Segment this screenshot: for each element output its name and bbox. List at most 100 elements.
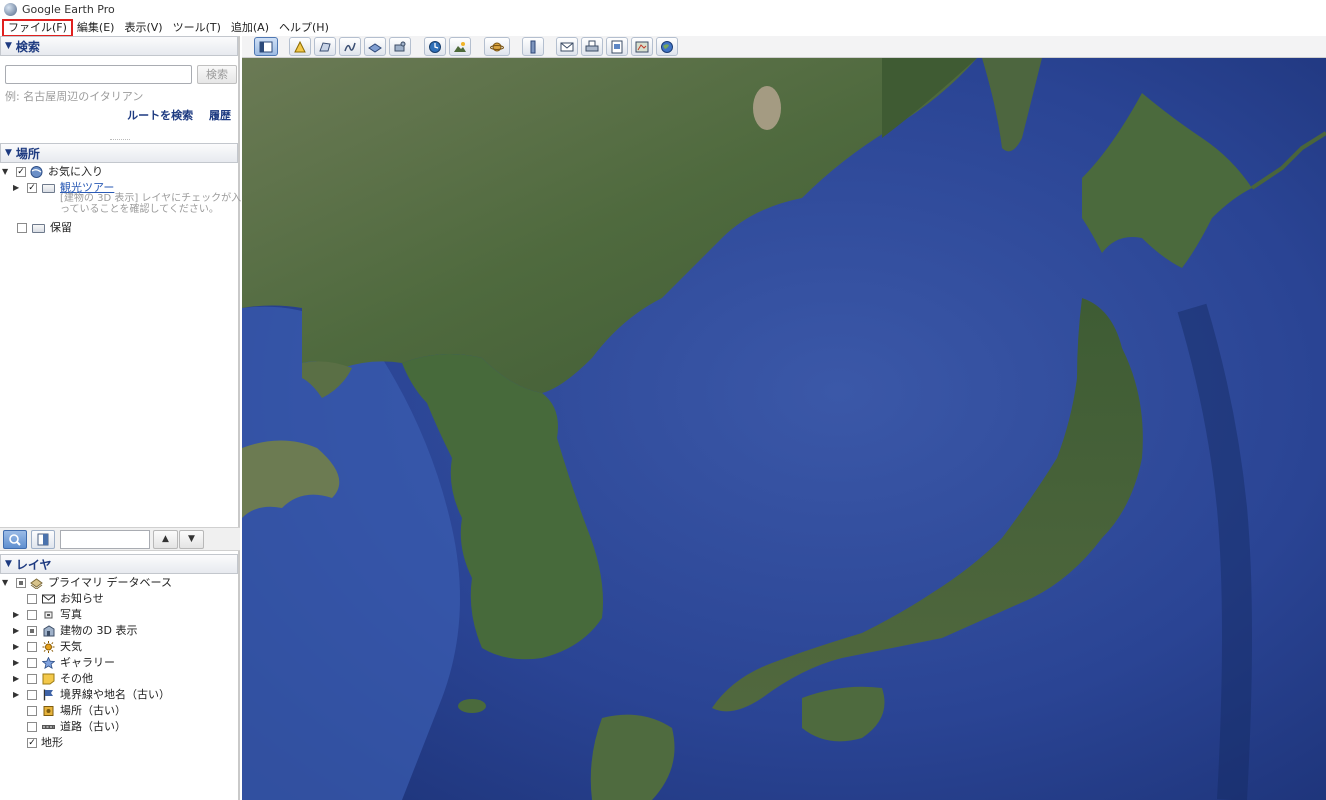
checkbox-primary-db[interactable] [16, 578, 26, 588]
expand-triangle-icon[interactable]: ▶ [13, 607, 21, 623]
expand-triangle-icon[interactable]: ▶ [13, 180, 21, 196]
building-3d-icon [43, 625, 55, 637]
layer-label: ギャラリー [60, 656, 115, 669]
checkbox-tour[interactable]: ✓ [27, 183, 37, 193]
add-placemark-button[interactable] [289, 37, 311, 56]
sun-icon [42, 641, 55, 653]
panel-resize-grip[interactable] [110, 139, 130, 141]
expand-triangle-icon[interactable]: ▶ [13, 639, 21, 655]
print-button[interactable] [581, 37, 603, 56]
layer-label: 境界線や地名（古い） [60, 688, 170, 701]
layer-search-input[interactable] [60, 530, 150, 549]
places-row-temporary[interactable]: 保留 [0, 220, 240, 236]
database-icon [30, 578, 43, 589]
temporary-label: 保留 [50, 221, 72, 234]
search-panel-header[interactable]: ▼ 検索 [0, 36, 238, 56]
move-up-button[interactable]: ▲ [153, 530, 178, 549]
move-down-button[interactable]: ▼ [179, 530, 204, 549]
menu-tools[interactable]: ツール(T) [168, 20, 226, 36]
layer-row-weather[interactable]: ▶ 天気 [0, 639, 240, 655]
collapse-triangle-icon: ▼ [5, 41, 12, 51]
checkbox-weather[interactable] [27, 642, 37, 652]
search-button[interactable]: 検索 [197, 65, 237, 84]
satellite-imagery[interactable] [242, 58, 1326, 800]
layer-label: 写真 [60, 608, 82, 621]
expand-triangle-icon[interactable]: ▶ [13, 671, 21, 687]
layer-row-other[interactable]: ▶ その他 [0, 671, 240, 687]
view-in-maps-button[interactable] [631, 37, 653, 56]
layers-toolbar: ▲ ▼ [0, 527, 240, 551]
email-button[interactable] [556, 37, 578, 56]
collapse-triangle-icon: ▼ [5, 559, 12, 569]
expand-triangle-icon[interactable]: ▶ [13, 623, 21, 639]
layer-row-photos[interactable]: ▶ 写真 [0, 607, 240, 623]
search-links: ルートを検索 履歴 [115, 107, 231, 123]
planets-button[interactable] [484, 37, 510, 56]
sidebar: ▼ 検索 検索 例: 名古屋周辺のイタリアン ルートを検索 履歴 ▼ 場所 ▼ … [0, 36, 241, 800]
planets-icon [490, 42, 504, 51]
checkbox-roads-old[interactable] [27, 722, 37, 732]
add-polygon-button[interactable] [314, 37, 336, 56]
record-tour-button[interactable] [389, 37, 411, 56]
checkbox-borders[interactable] [27, 690, 37, 700]
layer-row-news[interactable]: お知らせ [0, 591, 240, 607]
route-search-link[interactable]: ルートを検索 [127, 109, 193, 122]
search-input[interactable] [5, 65, 192, 84]
sidebar-toggle-icon [259, 41, 273, 52]
layer-row-roads-old[interactable]: 道路（古い） [0, 719, 240, 735]
checkbox-favorites[interactable]: ✓ [16, 167, 26, 177]
earth-map-view[interactable] [242, 58, 1326, 800]
folder-icon [42, 184, 55, 193]
checkbox-gallery[interactable] [27, 658, 37, 668]
record-tour-icon [394, 41, 406, 51]
layers-row-root[interactable]: ▼ プライマリ データベース [0, 575, 240, 591]
search-layers-button[interactable] [3, 530, 27, 549]
places-row-favorites[interactable]: ▼ ✓ お気に入り [0, 164, 240, 180]
places-panel-header[interactable]: ▼ 場所 [0, 143, 238, 163]
search-panel-title: 検索 [15, 39, 40, 54]
checkbox-other[interactable] [27, 674, 37, 684]
kyushu-island [590, 714, 675, 800]
layer-row-places-old[interactable]: 場所（古い） [0, 703, 240, 719]
expand-triangle-icon[interactable]: ▶ [13, 655, 21, 671]
checkbox-3d-buildings[interactable] [27, 626, 37, 636]
ruler-button[interactable] [522, 37, 544, 56]
jeju-island [458, 699, 486, 713]
expand-triangle-icon[interactable]: ▼ [2, 164, 10, 180]
layer-label: 場所（古い） [60, 704, 126, 717]
ruler-icon [530, 40, 536, 53]
layer-row-terrain[interactable]: ✓ 地形 [0, 735, 240, 751]
panel-view-button[interactable] [31, 530, 55, 549]
search-row: 検索 [5, 65, 237, 84]
photo-icon [44, 611, 53, 619]
layers-panel-header[interactable]: ▼ レイヤ [0, 554, 238, 574]
checkbox-news[interactable] [27, 594, 37, 604]
menu-view[interactable]: 表示(V) [119, 20, 167, 36]
add-image-overlay-button[interactable] [364, 37, 386, 56]
places-panel-title: 場所 [15, 146, 40, 161]
menu-add[interactable]: 追加(A) [226, 20, 274, 36]
sidebar-toggle-button[interactable] [254, 37, 278, 56]
history-link[interactable]: 履歴 [209, 109, 231, 122]
expand-triangle-icon[interactable]: ▼ [2, 575, 10, 591]
mail-icon [42, 594, 55, 604]
places-tree: ▼ ✓ お気に入り ▶ ✓ 観光ツアー [0, 164, 240, 196]
sunlight-button[interactable] [449, 37, 471, 56]
add-path-button[interactable] [339, 37, 361, 56]
layer-label: その他 [60, 672, 93, 685]
checkbox-places-old[interactable] [27, 706, 37, 716]
menu-edit[interactable]: 編集(E) [72, 20, 120, 36]
menu-help[interactable]: ヘルプ(H) [274, 20, 334, 36]
historical-imagery-button[interactable] [424, 37, 446, 56]
layer-row-gallery[interactable]: ▶ ギャラリー [0, 655, 240, 671]
checkbox-terrain[interactable]: ✓ [27, 738, 37, 748]
layer-row-3d-buildings[interactable]: ▶ 建物の 3D 表示 [0, 623, 240, 639]
layer-row-borders[interactable]: ▶ 境界線や地名（古い） [0, 687, 240, 703]
save-image-button[interactable] [606, 37, 628, 56]
earth-gallery-button[interactable] [656, 37, 678, 56]
checkbox-temporary[interactable] [17, 223, 27, 233]
search-hint: 例: 名古屋周辺のイタリアン [5, 90, 144, 103]
menu-file[interactable]: ファイル(F) [2, 18, 73, 37]
checkbox-photos[interactable] [27, 610, 37, 620]
expand-triangle-icon[interactable]: ▶ [13, 687, 21, 703]
